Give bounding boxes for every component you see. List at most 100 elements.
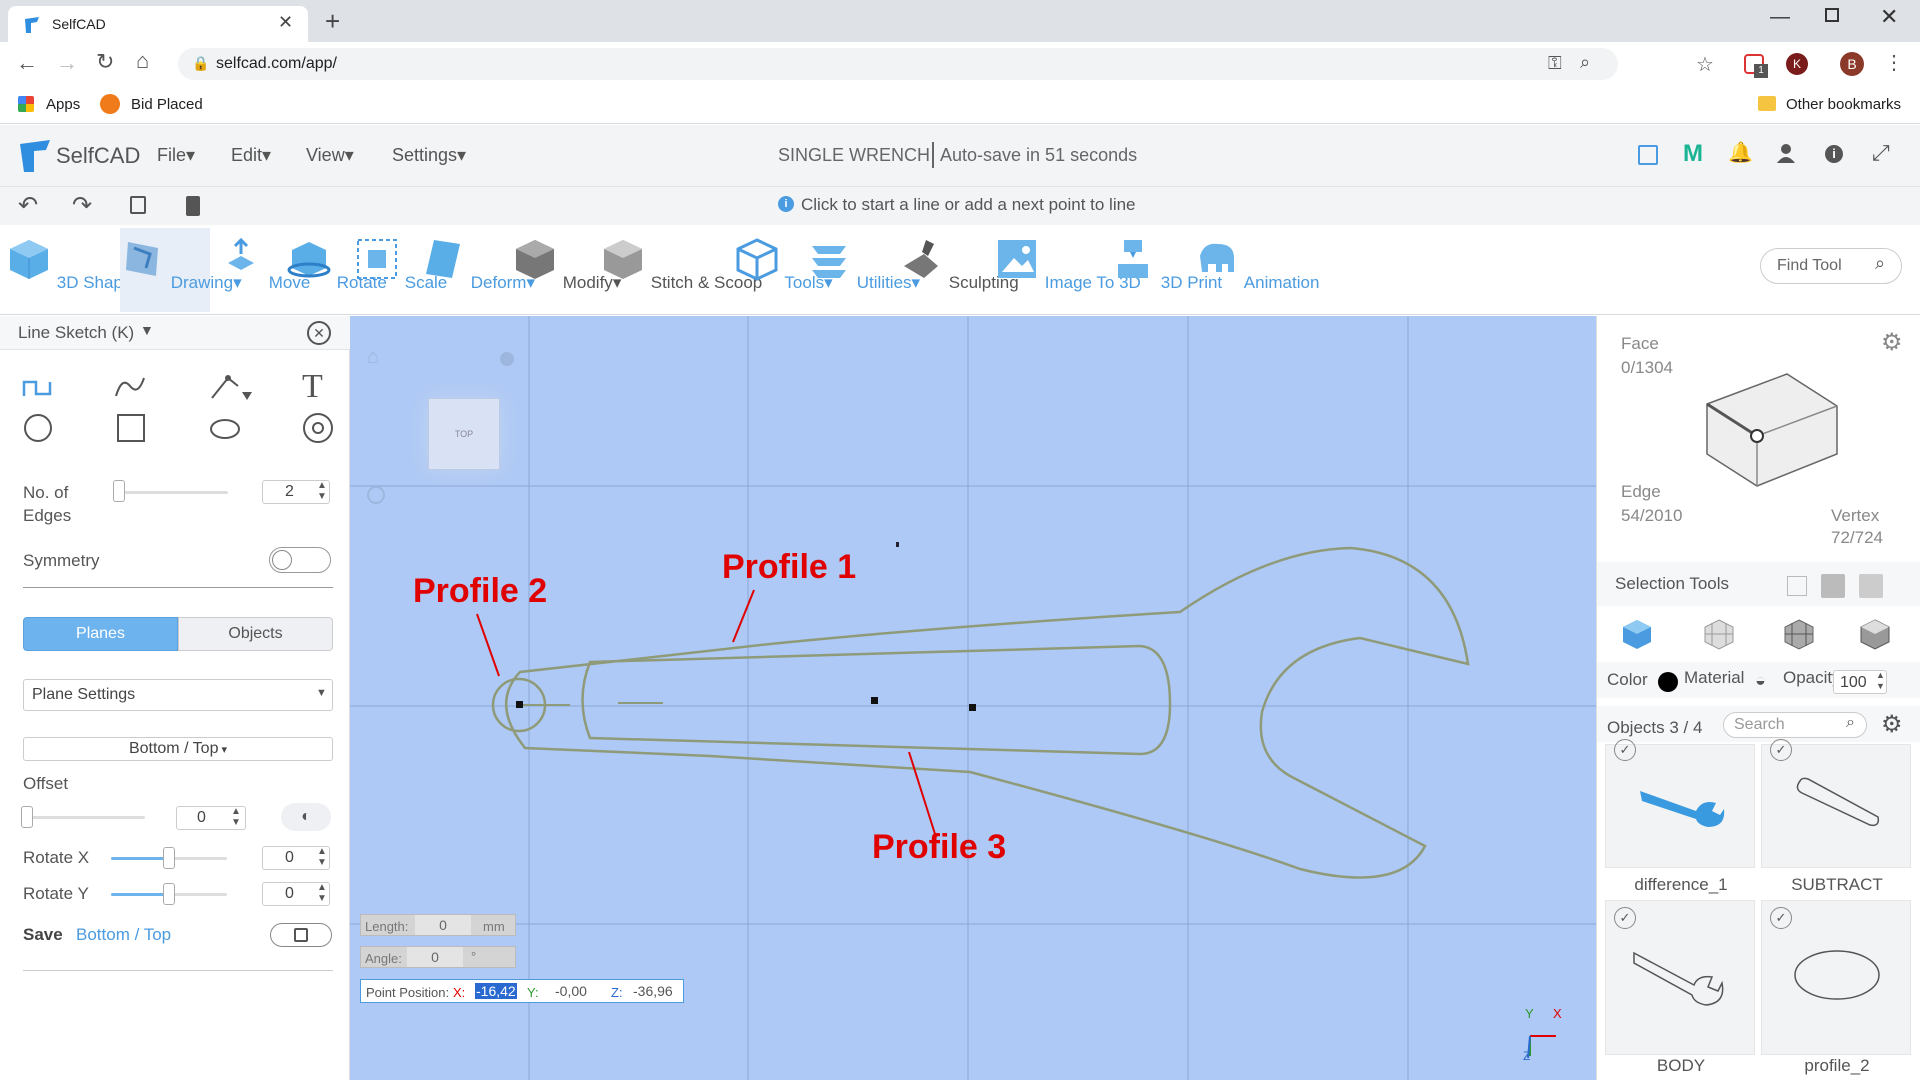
- object-card-body[interactable]: ✓ BODY: [1605, 900, 1755, 1075]
- vertex-mode-icon[interactable]: [1859, 618, 1891, 650]
- edge-mode-icon[interactable]: [1783, 618, 1815, 650]
- tool-animation[interactable]: Animation: [1194, 228, 1319, 312]
- rotate-y-slider-handle[interactable]: [163, 883, 175, 905]
- tool-deform[interactable]: Deform▾: [420, 228, 535, 312]
- offset-slider-handle[interactable]: [21, 806, 33, 828]
- info-icon[interactable]: i: [1825, 145, 1843, 163]
- text-tool-icon[interactable]: T: [302, 368, 323, 406]
- plane-settings-select[interactable]: Plane Settings ▼: [23, 679, 333, 711]
- bookmark-bid-placed[interactable]: Bid Placed: [131, 96, 203, 113]
- object-visibility-check[interactable]: ✓: [1614, 739, 1636, 761]
- edges-input[interactable]: 2 ▲ ▼: [262, 480, 330, 504]
- fullscreen-icon[interactable]: ⤢: [1872, 140, 1890, 166]
- orbit-handle-icon[interactable]: [500, 352, 514, 366]
- tool-utilities[interactable]: Utilities▾: [806, 228, 920, 312]
- m-brand-icon[interactable]: M: [1683, 140, 1703, 168]
- object-card-profile-2[interactable]: ✓ profile_2: [1761, 900, 1911, 1075]
- color-swatch[interactable]: [1658, 672, 1678, 692]
- object-visibility-check[interactable]: ✓: [1770, 739, 1792, 761]
- objects-tab[interactable]: Objects: [178, 617, 333, 651]
- rotate-x-slider-handle[interactable]: [163, 847, 175, 869]
- objects-search-input[interactable]: Search ⌕: [1723, 712, 1867, 738]
- tool-modify[interactable]: Modify▾: [512, 228, 621, 312]
- material-icon[interactable]: ◒: [1755, 670, 1766, 691]
- home-view-icon[interactable]: ⌂: [367, 346, 379, 369]
- browser-tab[interactable]: SelfCAD ✕: [8, 6, 308, 42]
- edges-slider[interactable]: [113, 491, 228, 494]
- bookmark-apps[interactable]: Apps: [46, 96, 80, 113]
- selection-mode-cube-icon[interactable]: [1687, 346, 1867, 496]
- select-pointer-icon[interactable]: [1787, 576, 1807, 596]
- tool-image-to-3d[interactable]: Image To 3D: [994, 228, 1141, 312]
- point-z-input[interactable]: -36,96: [633, 983, 673, 999]
- rotate-y-stepper-down-icon[interactable]: ▼: [317, 893, 327, 904]
- zoom-icon[interactable]: ⌕: [1580, 52, 1590, 73]
- notification-bell-icon[interactable]: 🔔: [1728, 140, 1753, 165]
- profile-avatar[interactable]: B: [1840, 52, 1864, 76]
- save-plane-button[interactable]: [270, 923, 332, 947]
- save-icon[interactable]: [1638, 145, 1658, 165]
- offset-reset-icon[interactable]: ◐: [281, 803, 331, 831]
- redo-icon[interactable]: ↷: [72, 191, 92, 220]
- menu-edit[interactable]: Edit▾: [231, 145, 271, 166]
- undo-icon[interactable]: ↶: [18, 191, 38, 220]
- curve-tool-icon[interactable]: [114, 374, 146, 400]
- key-icon[interactable]: ⚿: [1548, 53, 1562, 74]
- point-y-input[interactable]: -0,00: [555, 983, 587, 999]
- user-icon[interactable]: [1776, 143, 1796, 163]
- home-icon[interactable]: ⌂: [136, 48, 149, 74]
- tool-stitch-scoop[interactable]: Stitch & Scoop: [600, 228, 762, 312]
- symmetry-toggle[interactable]: [269, 547, 331, 573]
- window-close-icon[interactable]: ✕: [1880, 4, 1898, 30]
- menu-file[interactable]: File▾: [157, 145, 195, 166]
- rotate-y-stepper-up-icon[interactable]: ▲: [317, 882, 327, 893]
- tool-tools[interactable]: Tools▾: [734, 228, 833, 312]
- polyline-tool-icon[interactable]: [22, 376, 52, 400]
- select-cube-icon[interactable]: [1821, 574, 1845, 598]
- rotate-x-input[interactable]: 0 ▲ ▼: [262, 846, 330, 870]
- menu-settings[interactable]: Settings▾: [392, 145, 466, 166]
- object-mode-icon[interactable]: [1621, 618, 1653, 650]
- chrome-menu-icon[interactable]: ⋮: [1884, 50, 1904, 75]
- tool-rotate[interactable]: Rotate: [286, 228, 387, 312]
- point-x-input[interactable]: -16,42: [475, 983, 517, 999]
- object-card-difference-1[interactable]: ✓ difference_1: [1605, 739, 1755, 894]
- new-tab-icon[interactable]: +: [325, 6, 340, 37]
- face-mode-icon[interactable]: [1703, 618, 1735, 650]
- tool-sculpting[interactable]: Sculpting: [898, 228, 1019, 312]
- panel-close-icon[interactable]: ✕: [307, 321, 331, 345]
- rotate-x-stepper-down-icon[interactable]: ▼: [317, 857, 327, 868]
- circle-tool-icon[interactable]: [24, 414, 52, 442]
- minimize-icon[interactable]: —: [1770, 6, 1790, 29]
- opacity-input[interactable]: 100 ▲ ▼: [1833, 670, 1887, 694]
- edges-stepper-down-icon[interactable]: ▼: [317, 491, 327, 502]
- bezier-tool-icon[interactable]: [208, 372, 256, 402]
- objects-settings-gear-icon[interactable]: ⚙: [1881, 710, 1903, 739]
- extension-k-icon[interactable]: K: [1786, 53, 1808, 75]
- reload-icon[interactable]: ↻: [96, 49, 114, 75]
- tool-drawing[interactable]: Drawing▾: [120, 228, 242, 312]
- view-cube[interactable]: TOP: [428, 398, 500, 470]
- objects-search-icon[interactable]: ⌕: [1846, 714, 1855, 732]
- panel-title[interactable]: Line Sketch (K): [18, 323, 134, 343]
- tab-close-icon[interactable]: ✕: [278, 12, 293, 33]
- offset-stepper-down-icon[interactable]: ▼: [231, 817, 241, 828]
- edges-slider-handle[interactable]: [112, 480, 125, 502]
- ring-tool-icon[interactable]: [303, 413, 333, 443]
- planes-tab[interactable]: Planes: [23, 617, 178, 651]
- extension-icon[interactable]: 1: [1744, 54, 1768, 78]
- edges-stepper-up-icon[interactable]: ▲: [317, 480, 327, 491]
- other-bookmarks[interactable]: Other bookmarks: [1786, 96, 1901, 113]
- back-icon[interactable]: ←: [16, 50, 38, 76]
- bookmark-star-icon[interactable]: ☆: [1696, 52, 1714, 77]
- find-search-icon[interactable]: ⌕: [1875, 253, 1885, 274]
- angle-value[interactable]: 0: [407, 947, 463, 967]
- opacity-up-icon[interactable]: ▲: [1876, 670, 1885, 680]
- offset-input[interactable]: 0 ▲ ▼: [176, 806, 246, 830]
- ellipse-tool-icon[interactable]: [210, 419, 240, 439]
- omnibox[interactable]: 🔒 selfcad.com/app/ ⚿ ⌕: [178, 48, 1618, 80]
- tool-3d-print[interactable]: 3D Print: [1110, 228, 1222, 312]
- length-value[interactable]: 0: [415, 915, 471, 935]
- offset-slider[interactable]: [25, 816, 145, 819]
- tool-3d-shapes[interactable]: 3D Shapes▾: [6, 228, 149, 312]
